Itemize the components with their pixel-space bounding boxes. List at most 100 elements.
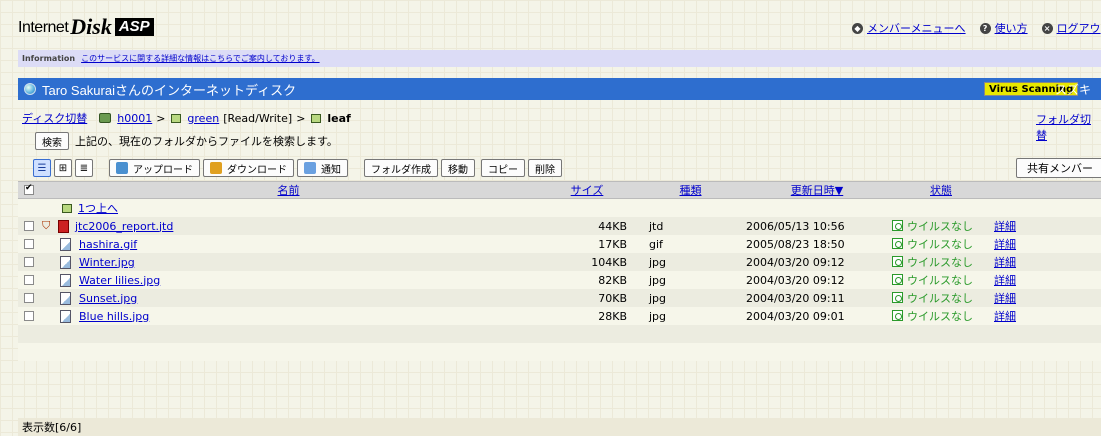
breadcrumb-folder-link[interactable]: green [187, 112, 219, 125]
details-link[interactable]: 詳細 [994, 310, 1016, 323]
status-column-header[interactable]: 状態 [930, 184, 952, 197]
name-column-header[interactable]: 名前 [278, 182, 300, 198]
download-label: ダウンロード [227, 164, 287, 176]
file-name-link[interactable]: Winter.jpg [79, 256, 135, 269]
row-checkbox[interactable] [24, 221, 34, 231]
file-name-link[interactable]: Sunset.jpg [79, 292, 137, 305]
details-link[interactable]: 詳細 [994, 238, 1016, 251]
file-date: 2004/03/20 09:01 [746, 309, 845, 323]
breadcrumb-root-link[interactable]: h0001 [117, 112, 152, 125]
help-link[interactable]: 使い方 [995, 20, 1028, 36]
row-checkbox-cell [18, 221, 40, 231]
row-checkbox-cell [18, 275, 40, 285]
logo-part-disk: Disk [70, 14, 112, 39]
file-name-cell: Water lilies.jpg [40, 273, 537, 287]
details-cell: 詳細 [992, 218, 1072, 234]
size-column-cell: サイズ [537, 182, 637, 198]
item-count: 表示数[6/6] [22, 421, 82, 434]
details-link[interactable]: 詳細 [994, 220, 1016, 233]
file-type: gif [649, 237, 663, 251]
folder-switch-link[interactable]: フォルダ切替 [1036, 111, 1101, 143]
members-menu-link-wrap: ◆ メンバーメニューへ [852, 20, 966, 36]
details-link[interactable]: 詳細 [994, 274, 1016, 287]
image-file-icon [60, 291, 71, 305]
help-link-wrap: ? 使い方 [979, 20, 1028, 36]
folder-icon [171, 113, 182, 123]
upload-button[interactable]: アップロード [109, 159, 200, 177]
move-button[interactable]: 移動 [441, 159, 475, 177]
row-checkbox[interactable] [24, 311, 34, 321]
file-size: 44KB [598, 219, 627, 233]
file-date: 2004/03/20 09:12 [746, 273, 845, 287]
information-link[interactable]: このサービスに関する詳細な情報はこちらでご案内しております。 [81, 53, 319, 64]
virus-status-cell: ウイルスなし [890, 272, 992, 288]
header: Internet Disk ASP ◆ メンバーメニューへ ? 使い方 × ログ… [0, 0, 1101, 46]
file-badges: ⛉ [42, 219, 69, 233]
logout-link-wrap: × ログアウ [1041, 20, 1101, 36]
notify-button[interactable]: 通知 [297, 159, 348, 177]
download-button[interactable]: ダウンロード [203, 159, 294, 177]
empty-row [18, 343, 1101, 361]
file-table: 名前 サイズ 種類 更新日時▼ 状態 1つ上へ ⛉ jtc2006_report… [18, 181, 1101, 361]
virus-ok-icon [892, 274, 903, 285]
members-menu-link[interactable]: メンバーメニューへ [867, 20, 966, 36]
empty-row [18, 325, 1101, 343]
file-name-link[interactable]: Blue hills.jpg [79, 310, 149, 323]
disk-title-bar: Taro Sakuraiさんのインターネットディスク Virus Scannin… [18, 78, 1101, 100]
breadcrumb: ディスク切替 h0001 > green [Read/Write] > leaf [22, 110, 351, 126]
thumbnail-view-button[interactable]: ⊞ [54, 159, 72, 177]
file-size: 70KB [598, 291, 627, 305]
breadcrumb-separator: > [156, 111, 166, 125]
row-checkbox-cell [18, 293, 40, 303]
virus-status-cell: ウイルスなし [890, 254, 992, 270]
details-cell: 詳細 [992, 236, 1072, 252]
row-checkbox[interactable] [24, 275, 34, 285]
table-row: hashira.gif 17KB gif 2005/08/23 18:50 ウイ… [18, 235, 1101, 253]
file-date: 2004/03/20 09:12 [746, 255, 845, 269]
details-cell: 詳細 [992, 272, 1072, 288]
virus-status: ウイルスなし [907, 238, 973, 251]
details-link[interactable]: 詳細 [994, 256, 1016, 269]
item-count-footer: 表示数[6/6] [18, 418, 1101, 436]
table-row: Water lilies.jpg 82KB jpg 2004/03/20 09:… [18, 271, 1101, 289]
virus-ok-icon [892, 238, 903, 249]
file-name-link[interactable]: hashira.gif [79, 238, 137, 251]
search-row: 検索 上記の、現在のフォルダからファイルを検索します。 [35, 132, 338, 150]
up-one-level-link[interactable]: 1つ上へ [78, 200, 118, 216]
details-cell: 詳細 [992, 254, 1072, 270]
logout-link[interactable]: ログアウ [1057, 20, 1101, 36]
details-link[interactable]: 詳細 [994, 292, 1016, 305]
date-column-header[interactable]: 更新日時▼ [791, 184, 843, 197]
table-row: Sunset.jpg 70KB jpg 2004/03/20 09:11 ウイル… [18, 289, 1101, 307]
table-row: Blue hills.jpg 28KB jpg 2004/03/20 09:01… [18, 307, 1101, 325]
row-checkbox[interactable] [24, 239, 34, 249]
file-size: 28KB [598, 309, 627, 323]
delete-button[interactable]: 削除 [528, 159, 562, 177]
file-name-cell: hashira.gif [40, 237, 537, 251]
virus-status-cell: ウイルスなし [890, 290, 992, 306]
file-name-link[interactable]: jtc2006_report.jtd [75, 220, 173, 233]
detail-view-button[interactable]: ≣ [75, 159, 93, 177]
create-folder-button[interactable]: フォルダ作成 [364, 159, 438, 177]
file-name-link[interactable]: Water lilies.jpg [79, 274, 160, 287]
upload-label: アップロード [133, 164, 193, 176]
disk-switch-link[interactable]: ディスク切替 [22, 110, 87, 126]
lock-icon: ⛉ [42, 219, 51, 232]
copy-button[interactable]: コピー [481, 159, 525, 177]
virus-ok-icon [892, 292, 903, 303]
virus-status: ウイルスなし [907, 310, 973, 323]
help-icon: ? [979, 22, 991, 34]
virus-ok-icon [892, 256, 903, 267]
size-column-header[interactable]: サイズ [571, 184, 604, 197]
logout-icon: × [1041, 22, 1053, 34]
select-all-checkbox[interactable] [24, 183, 34, 195]
search-button[interactable]: 検索 [35, 132, 69, 150]
list-view-button[interactable]: ☰ [33, 159, 51, 177]
row-checkbox[interactable] [24, 257, 34, 267]
notify-icon [304, 162, 316, 174]
members-icon: ◆ [852, 22, 863, 34]
image-file-icon [60, 273, 71, 287]
type-column-header[interactable]: 種類 [680, 184, 702, 197]
row-checkbox[interactable] [24, 293, 34, 303]
shared-members-button[interactable]: 共有メンバー [1016, 158, 1101, 178]
